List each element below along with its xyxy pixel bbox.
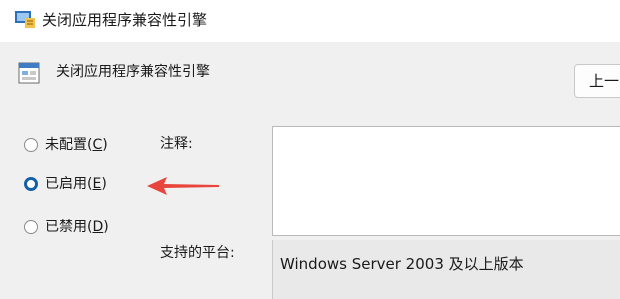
- supported-platform-label: 支持的平台:: [160, 245, 235, 261]
- radio-disabled-label: 已禁用(D): [45, 219, 109, 235]
- comment-label: 注释:: [160, 136, 193, 152]
- radio-not-configured-label: 未配置(C): [45, 137, 108, 153]
- radio-not-configured[interactable]: 未配置(C): [24, 135, 108, 155]
- radio-not-configured-circle[interactable]: [24, 138, 38, 152]
- policy-name: 关闭应用程序兼容性引擎: [56, 64, 210, 80]
- radio-disabled-circle[interactable]: [24, 220, 38, 234]
- policy-settings-icon: [15, 11, 35, 28]
- policy-icon: [18, 62, 40, 84]
- red-arrow-annotation: [147, 177, 219, 195]
- comment-textarea[interactable]: [272, 126, 620, 236]
- supported-platform-value: Windows Server 2003 及以上版本: [272, 240, 620, 299]
- radio-enabled-circle[interactable]: [24, 177, 38, 191]
- radio-enabled[interactable]: 已启用(E): [24, 174, 107, 194]
- radio-enabled-label: 已启用(E): [45, 176, 107, 192]
- previous-setting-button[interactable]: 上一: [574, 64, 620, 98]
- title-bar: 关闭应用程序兼容性引擎: [0, 0, 620, 42]
- radio-disabled[interactable]: 已禁用(D): [24, 217, 109, 237]
- window-title: 关闭应用程序兼容性引擎: [42, 11, 208, 29]
